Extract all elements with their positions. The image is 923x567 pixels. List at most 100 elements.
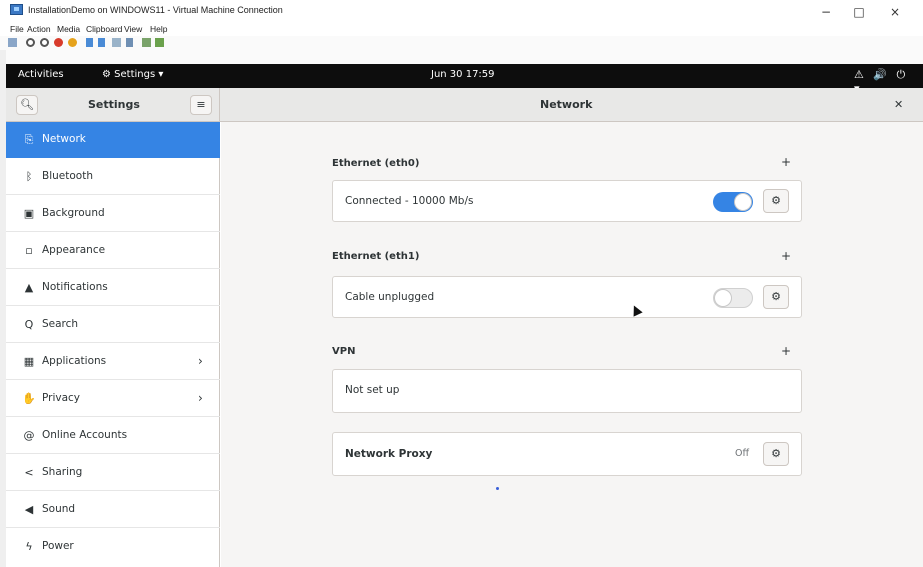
sidebar-item-notifications[interactable]: ▲ Notifications xyxy=(6,270,220,306)
sidebar-item-label: Power xyxy=(42,540,74,552)
vm-app-icon xyxy=(10,4,23,15)
appearance-icon: ▫ xyxy=(25,244,33,257)
network-icon: ⎘ xyxy=(24,133,34,146)
toolbar-strip xyxy=(6,50,923,64)
chevron-right-icon: › xyxy=(198,391,203,405)
menu-clipboard[interactable]: Clipboard xyxy=(86,24,122,34)
app-menu-settings[interactable]: ⚙ Settings ▾ xyxy=(102,69,163,80)
bell-icon: ▲ xyxy=(24,281,34,294)
turn-off-icon[interactable] xyxy=(40,38,49,47)
add-vpn-button[interactable]: + xyxy=(781,344,791,358)
settings-headerbar: 🔍︎ Settings ≡ Network ✕ xyxy=(6,88,923,122)
sidebar-item-bluetooth[interactable]: ᛒ Bluetooth xyxy=(6,159,220,195)
save-state-icon[interactable] xyxy=(68,38,77,47)
host-menubar: File Action Media Clipboard View Help xyxy=(0,22,923,36)
network-panel: Ethernet (eth0) + Connected - 10000 Mb/s… xyxy=(221,122,923,567)
sidebar-item-sound[interactable]: ◀ Sound xyxy=(6,492,220,528)
sidebar-item-search[interactable]: Q Search xyxy=(6,307,220,343)
add-eth0-button[interactable]: + xyxy=(781,155,791,169)
toggle-knob xyxy=(734,193,752,211)
sidebar-item-label: Sound xyxy=(42,503,76,515)
panel-title: Network xyxy=(540,98,593,111)
close-icon[interactable]: ✕ xyxy=(894,98,903,111)
eth0-settings-button[interactable]: ⚙ xyxy=(763,189,789,213)
menu-help[interactable]: Help xyxy=(150,24,167,34)
sidebar-header: 🔍︎ Settings ≡ xyxy=(6,88,220,122)
sidebar-item-online-accounts[interactable]: @ Online Accounts xyxy=(6,418,220,454)
menu-action[interactable]: Action xyxy=(27,24,51,34)
sidebar-item-privacy[interactable]: ✋ Privacy › xyxy=(6,381,220,417)
gnome-top-bar: Activities ⚙ Settings ▾ Jun 30 17:59 ⚠ 🔊… xyxy=(6,64,923,95)
menu-file[interactable]: File xyxy=(10,24,24,34)
maximize-button[interactable]: □ xyxy=(849,4,869,20)
enhanced-session-icon[interactable] xyxy=(142,38,151,47)
sidebar-item-label: Applications xyxy=(42,355,107,367)
gear-icon: ⚙ xyxy=(771,290,781,303)
speaker-icon: ◀ xyxy=(24,503,34,516)
primary-menu-button[interactable]: ≡ xyxy=(190,95,212,115)
clock[interactable]: Jun 30 17:59 xyxy=(431,69,495,80)
resume-icon[interactable] xyxy=(98,38,105,47)
app-menu-label: Settings ▾ xyxy=(114,69,164,80)
sidebar-item-network[interactable]: ⎘ Network xyxy=(6,122,220,158)
search-button[interactable]: 🔍︎ xyxy=(16,95,38,115)
sidebar-item-applications[interactable]: ▦ Applications › xyxy=(6,344,220,380)
eth0-toggle[interactable] xyxy=(713,192,753,212)
chevron-right-icon: › xyxy=(198,354,203,368)
settings-sidebar: ⎘ Network ᛒ Bluetooth ▣ Background ▫ App… xyxy=(6,122,220,567)
share-icon[interactable] xyxy=(155,38,164,47)
network-proxy-state: Off xyxy=(735,448,750,459)
proxy-settings-button[interactable]: ⚙ xyxy=(763,442,789,466)
gear-icon: ⚙ xyxy=(771,194,781,207)
eth1-toggle[interactable] xyxy=(713,288,753,308)
menu-media[interactable]: Media xyxy=(57,24,80,34)
search-icon: 🔍︎ xyxy=(20,98,34,111)
sidebar-item-power[interactable]: ϟ Power xyxy=(6,529,220,565)
shutdown-icon[interactable] xyxy=(54,38,63,47)
start-icon[interactable] xyxy=(26,38,35,47)
close-window-button[interactable]: × xyxy=(885,4,905,20)
sidebar-item-sharing[interactable]: < Sharing xyxy=(6,455,220,491)
host-toolbar xyxy=(0,36,923,50)
eth0-section-title: Ethernet (eth0) xyxy=(332,158,420,169)
sidebar-item-label: Background xyxy=(42,207,105,219)
sidebar-item-label: Search xyxy=(42,318,79,330)
power-icon: ϟ xyxy=(25,540,33,553)
add-eth1-button[interactable]: + xyxy=(781,249,791,263)
menu-view[interactable]: View xyxy=(124,24,142,34)
sidebar-item-label: Network xyxy=(42,133,86,145)
sidebar-item-label: Sharing xyxy=(42,466,83,478)
pause-icon[interactable] xyxy=(86,38,93,47)
eth0-status: Connected - 10000 Mb/s xyxy=(345,195,474,207)
eth1-section-title: Ethernet (eth1) xyxy=(332,251,420,262)
eth1-card: Cable unplugged ⚙ xyxy=(332,276,802,318)
sidebar-item-appearance[interactable]: ▫ Appearance xyxy=(6,233,220,269)
minimize-button[interactable]: − xyxy=(816,4,836,20)
sidebar-item-label: Online Accounts xyxy=(42,429,128,441)
ctrl-alt-del-icon[interactable] xyxy=(8,38,17,47)
vpn-card: Not set up xyxy=(332,369,802,413)
sidebar-item-label: Bluetooth xyxy=(42,170,93,182)
toggle-knob xyxy=(714,289,732,307)
grid-icon: ▦ xyxy=(23,355,35,368)
sidebar-title: Settings xyxy=(88,98,140,111)
host-titlebar: InstallationDemo on WINDOWS11 - Virtual … xyxy=(0,0,923,22)
revert-icon[interactable] xyxy=(126,38,133,47)
sidebar-item-background[interactable]: ▣ Background xyxy=(6,196,220,232)
activities-button[interactable]: Activities xyxy=(18,69,64,80)
at-icon: @ xyxy=(23,429,35,442)
hamburger-icon: ≡ xyxy=(196,98,206,111)
eth0-card: Connected - 10000 Mb/s ⚙ xyxy=(332,180,802,222)
network-proxy-row[interactable]: Network Proxy Off ⚙ xyxy=(332,432,802,476)
background-icon: ▣ xyxy=(23,207,35,220)
sidebar-item-label: Notifications xyxy=(42,281,108,293)
network-proxy-label: Network Proxy xyxy=(345,448,433,460)
search-icon: Q xyxy=(24,318,34,331)
bluetooth-icon: ᛒ xyxy=(25,170,33,183)
checkpoint-icon[interactable] xyxy=(112,38,121,47)
hand-icon: ✋ xyxy=(22,392,36,405)
eth1-settings-button[interactable]: ⚙ xyxy=(763,285,789,309)
host-window-title: InstallationDemo on WINDOWS11 - Virtual … xyxy=(28,5,283,15)
share-icon: < xyxy=(24,466,34,479)
vpn-status: Not set up xyxy=(345,384,400,396)
